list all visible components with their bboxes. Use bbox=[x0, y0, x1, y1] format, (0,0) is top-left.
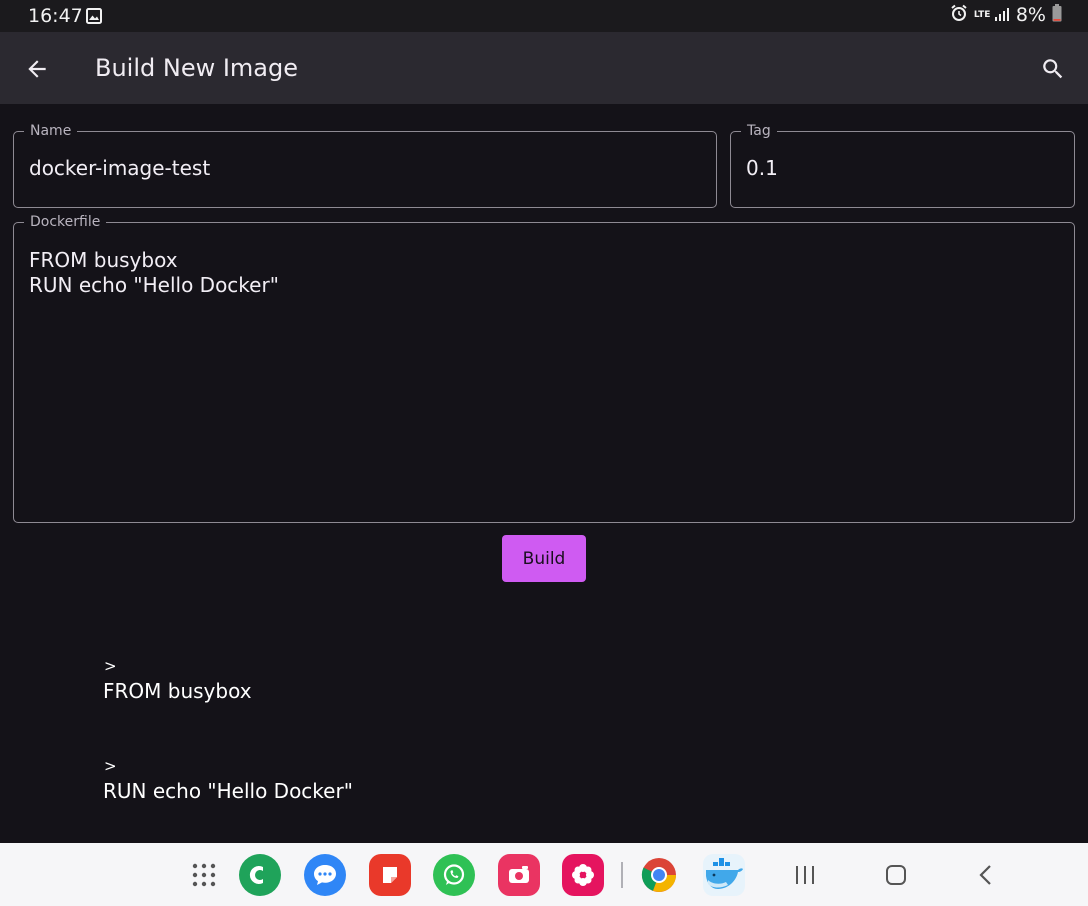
messages-icon[interactable] bbox=[304, 854, 346, 896]
tag-input-value: 0.1 bbox=[746, 156, 778, 180]
dockerfile-label: Dockerfile bbox=[24, 213, 107, 231]
name-input-value: docker-image-test bbox=[29, 156, 211, 180]
status-indicators: LTE 8% bbox=[950, 4, 1062, 26]
camera-icon[interactable] bbox=[498, 854, 540, 896]
arrow-left-icon bbox=[28, 60, 46, 78]
log-prompt: > bbox=[104, 657, 117, 675]
status-time: 16:47 bbox=[28, 5, 83, 27]
navigation-bar bbox=[0, 843, 1088, 906]
build-button[interactable]: Build bbox=[502, 535, 586, 582]
tag-label: Tag bbox=[741, 122, 777, 140]
dockerfile-line: RUN echo "Hello Docker" bbox=[29, 273, 279, 297]
log-line: RUN echo "Hello Docker" bbox=[103, 779, 353, 803]
signal-icon bbox=[994, 6, 1010, 25]
app-bar: Build New Image bbox=[0, 32, 1088, 104]
status-bar: 16:47 LTE 8% bbox=[0, 0, 1088, 32]
home-icon bbox=[886, 865, 906, 885]
recent-apps-button[interactable] bbox=[784, 854, 826, 896]
battery-icon bbox=[1052, 4, 1062, 26]
name-field[interactable]: Name docker-image-test bbox=[13, 122, 717, 208]
alarm-icon bbox=[950, 4, 968, 26]
tag-field[interactable]: Tag 0.1 bbox=[730, 122, 1075, 208]
recent-apps-icon bbox=[796, 866, 814, 884]
log-line: FROM busybox bbox=[103, 679, 252, 703]
flower-app-icon[interactable] bbox=[562, 854, 604, 896]
page-title: Build New Image bbox=[95, 54, 299, 82]
chevron-left-icon bbox=[979, 865, 991, 885]
search-button[interactable] bbox=[1036, 52, 1070, 86]
lte-indicator: LTE bbox=[973, 9, 991, 20]
dock-divider bbox=[621, 862, 623, 888]
chrome-icon[interactable] bbox=[638, 854, 680, 896]
phone-icon[interactable] bbox=[239, 854, 281, 896]
docker-icon[interactable] bbox=[703, 854, 745, 896]
battery-percent: 8% bbox=[1015, 4, 1046, 26]
log-prompt: > bbox=[104, 757, 117, 775]
home-button[interactable] bbox=[875, 854, 917, 896]
app-drawer-icon[interactable] bbox=[183, 854, 225, 896]
back-button[interactable] bbox=[20, 52, 54, 86]
dockerfile-line: FROM busybox bbox=[29, 248, 178, 272]
dockerfile-textarea[interactable]: Dockerfile FROM busybox RUN echo "Hello … bbox=[13, 213, 1075, 523]
gallery-notification-icon bbox=[86, 8, 102, 28]
notes-icon[interactable] bbox=[369, 854, 411, 896]
name-label: Name bbox=[24, 122, 78, 140]
whatsapp-icon[interactable] bbox=[433, 854, 475, 896]
system-back-button[interactable] bbox=[965, 854, 1007, 896]
search-icon bbox=[1043, 59, 1063, 79]
